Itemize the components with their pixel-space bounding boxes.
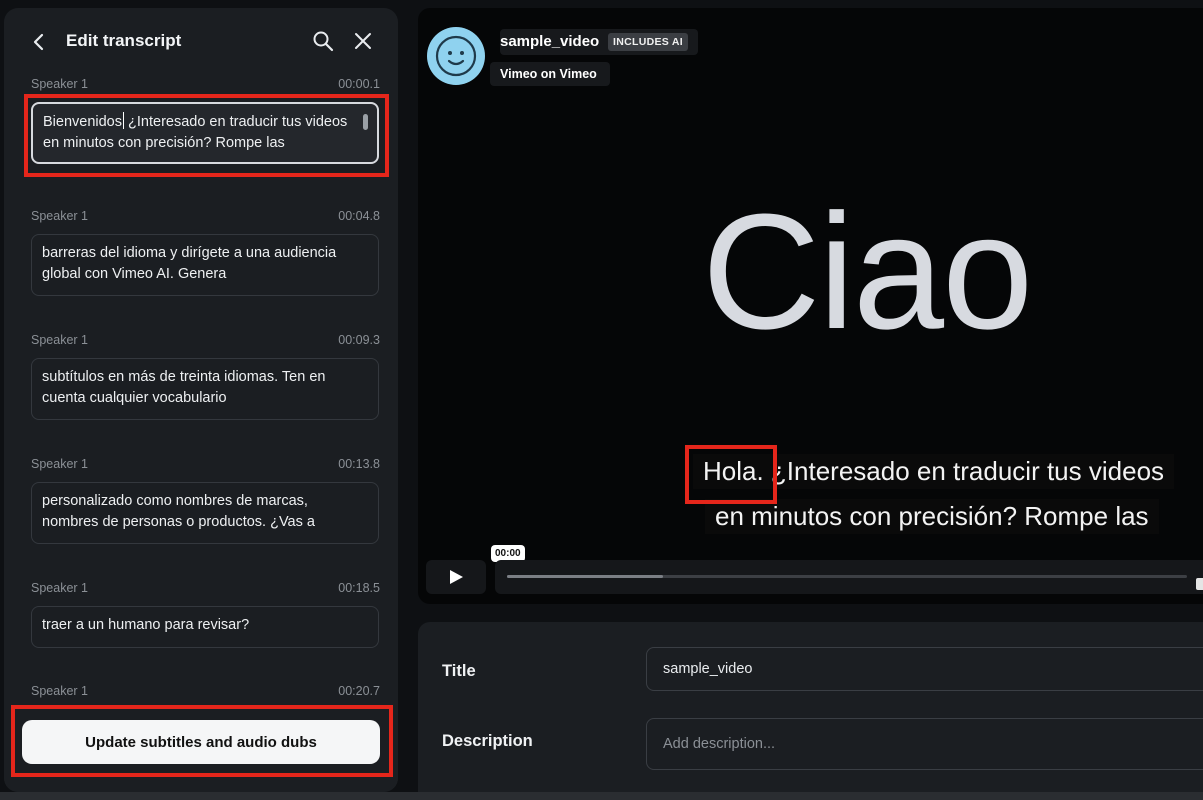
segment-text-editor[interactable]: personalizado como nombres de marcas, no… [31, 482, 379, 544]
progress-bar[interactable] [495, 560, 1203, 594]
transcript-segment: Speaker 1 00:18.5 traer a un humano para… [4, 581, 398, 701]
segment-text-editor[interactable]: traer a un humano para revisar? [31, 606, 379, 648]
video-details-form: Title Description [418, 622, 1203, 800]
transcript-segment-list[interactable]: Speaker 1 00:00.1 Bienvenidos ¿Interesad… [4, 74, 398, 714]
transcript-segment: Speaker 1 00:09.3 subtítulos en más de t… [4, 333, 398, 453]
play-icon [450, 570, 463, 584]
title-input[interactable] [646, 647, 1203, 691]
close-icon[interactable] [354, 32, 372, 50]
transcript-segment: Speaker 1 00:13.8 personalizado como nom… [4, 457, 398, 577]
subtitle-line-2: en minutos con precisión? Rompe las [705, 499, 1159, 534]
ai-badge: INCLUDES AI [608, 33, 688, 51]
progress-fill [507, 575, 664, 578]
bottom-bar [0, 792, 1203, 800]
player-controls [426, 560, 1203, 594]
segment-speaker: Speaker 1 [31, 581, 88, 595]
back-arrow-icon[interactable] [30, 32, 48, 52]
segment-timestamp: 00:18.5 [338, 581, 380, 595]
segment-speaker: Speaker 1 [31, 684, 88, 698]
segment-timestamp: 00:09.3 [338, 333, 380, 347]
play-button[interactable] [426, 560, 486, 594]
segment-text-after-caret: ¿Interesado en traducir tus videos [124, 114, 348, 130]
panel-title: Edit transcript [66, 31, 182, 50]
video-frame-text: Ciao [702, 180, 1033, 363]
segment-speaker: Speaker 1 [31, 333, 88, 347]
video-player[interactable]: sample_video INCLUDES AI Vimeo on Vimeo … [418, 8, 1203, 604]
video-owner-chip[interactable]: Vimeo on Vimeo [490, 62, 610, 86]
segment-text-editor[interactable]: subtítulos en más de treinta idiomas. Te… [31, 358, 379, 420]
segment-speaker: Speaker 1 [31, 457, 88, 471]
progress-track[interactable] [507, 575, 1187, 578]
textarea-scrollbar[interactable] [363, 114, 368, 130]
smiley-avatar-icon [435, 35, 477, 77]
segment-timestamp: 00:04.8 [338, 209, 380, 223]
update-subtitles-button[interactable]: Update subtitles and audio dubs [22, 720, 380, 764]
video-owner: Vimeo on Vimeo [500, 67, 597, 81]
segment-timestamp: 00:00.1 [338, 77, 380, 91]
segment-timestamp: 00:13.8 [338, 457, 380, 471]
segment-text-editor[interactable]: barreras del idioma y dirígete a una aud… [31, 234, 379, 296]
segment-text-overflow: en minutos con precisión? Rompe las [43, 135, 285, 151]
transcript-segment: Speaker 1 00:00.1 Bienvenidos ¿Interesad… [4, 77, 398, 197]
segment-speaker: Speaker 1 [31, 77, 88, 91]
transcript-footer: Update subtitles and audio dubs [4, 708, 398, 792]
segment-text-editor[interactable]: Bienvenidos ¿Interesado en traducir tus … [31, 102, 379, 164]
transcript-header: Edit transcript [4, 8, 398, 74]
video-name: sample_video [500, 33, 600, 50]
description-label: Description [442, 732, 533, 750]
transcript-segment: Speaker 1 00:04.8 barreras del idioma y … [4, 209, 398, 329]
subtitle-line-1-rest: ¿Interesado en traducir tus videos [763, 456, 1165, 486]
segment-speaker: Speaker 1 [31, 209, 88, 223]
segment-text-before-caret: Bienvenidos [43, 114, 122, 130]
subtitle-first-word: Hola. [703, 456, 764, 486]
subtitle-line-1: Hola. ¿Interesado en traducir tus videos [693, 454, 1175, 489]
transcript-panel: Edit transcript Speaker 1 00:00.1 Bienve… [4, 8, 398, 792]
segment-timestamp: 00:20.7 [338, 684, 380, 698]
description-input[interactable] [646, 718, 1203, 770]
video-title-chip[interactable]: sample_video INCLUDES AI [500, 29, 698, 55]
title-label: Title [442, 662, 476, 680]
volume-icon[interactable] [1196, 578, 1203, 590]
avatar[interactable] [427, 27, 485, 85]
search-icon[interactable] [312, 30, 334, 52]
